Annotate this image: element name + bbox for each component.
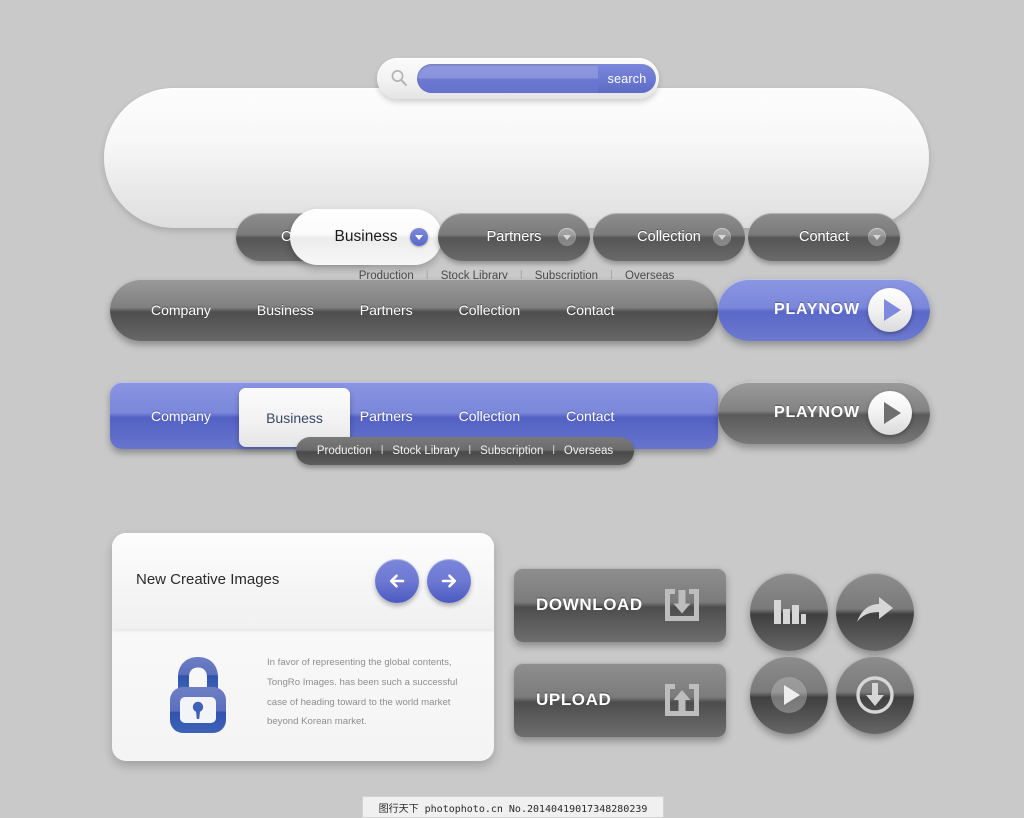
upload-button[interactable]: UPLOAD (514, 663, 726, 737)
download-button[interactable]: DOWNLOAD (514, 568, 726, 642)
nav-item-partners[interactable]: Partners (337, 302, 436, 318)
playnow-button-grey[interactable]: PLAYNOW (718, 382, 930, 444)
chevron-down-icon[interactable] (410, 228, 428, 246)
play-icon[interactable] (750, 656, 828, 734)
dropdown-item-overseas[interactable]: Overseas (564, 445, 613, 457)
nav-pill-business[interactable]: Business (290, 209, 442, 265)
creative-images-card: New Creative Images In favor of represen… (112, 533, 494, 761)
chevron-down-icon[interactable] (558, 228, 576, 246)
lock-icon (159, 651, 237, 742)
dropdown-separator: l (468, 445, 472, 457)
ui-kit-canvas: Company Business Partners Collection Con… (0, 0, 1024, 818)
header-panel: Company Business Partners Collection Con… (104, 88, 929, 282)
dark-nav-bar: Company Business Partners Collection Con… (110, 279, 718, 341)
nav-pill-label: Business (334, 228, 398, 245)
nav-item-business[interactable]: Business (234, 302, 337, 318)
playnow-label: PLAYNOW (774, 301, 860, 318)
card-body: In favor of representing the global cont… (112, 629, 494, 761)
nav-pill-label: Collection (637, 229, 701, 245)
nav-item-partners[interactable]: Partners (337, 408, 436, 424)
download-circle-icon[interactable] (836, 656, 914, 734)
play-icon (868, 288, 912, 332)
upload-tray-icon (662, 681, 702, 724)
nav-item-collection[interactable]: Collection (436, 408, 543, 424)
nav-item-collection[interactable]: Collection (436, 302, 543, 318)
nav-pill-collection[interactable]: Collection (593, 213, 745, 261)
nav-item-contact[interactable]: Contact (543, 302, 637, 318)
chevron-down-icon[interactable] (868, 228, 886, 246)
download-label: DOWNLOAD (536, 595, 643, 614)
bar-chart-icon[interactable] (750, 573, 828, 651)
nav-pill-contact[interactable]: Contact (748, 213, 900, 261)
download-tray-icon (662, 586, 702, 629)
card-paragraph: In favor of representing the global cont… (267, 657, 458, 728)
nav-item-company[interactable]: Company (128, 302, 234, 318)
upload-label: UPLOAD (536, 690, 612, 709)
share-arrow-icon[interactable] (836, 573, 914, 651)
watermark-label: 图行天下 photophoto.cn No.201404190173482802… (362, 796, 664, 818)
card-title: New Creative Images (136, 571, 280, 588)
dropdown-submenu: Production l Stock Library l Subscriptio… (296, 437, 634, 465)
card-header: New Creative Images (112, 533, 494, 629)
dropdown-item-subscription[interactable]: Subscription (480, 445, 543, 457)
nav-pill-partners[interactable]: Partners (438, 213, 590, 261)
nav-pill-label: Contact (799, 229, 849, 245)
dropdown-item-production[interactable]: Production (317, 445, 372, 457)
search-button[interactable]: search (598, 64, 656, 93)
dropdown-item-stock-library[interactable]: Stock Library (392, 445, 459, 457)
nav-pill-label: Partners (486, 229, 542, 245)
dropdown-separator: l (380, 445, 384, 457)
search-bar: search (377, 58, 659, 99)
chevron-down-icon[interactable] (713, 228, 731, 246)
search-icon (389, 68, 409, 88)
playnow-button-blue[interactable]: PLAYNOW (718, 279, 930, 341)
dropdown-separator: l (552, 445, 555, 457)
nav-item-company[interactable]: Company (128, 408, 234, 424)
play-icon (868, 391, 912, 435)
arrow-right-icon[interactable] (427, 559, 471, 603)
playnow-label: PLAYNOW (774, 404, 860, 421)
arrow-left-icon[interactable] (375, 559, 419, 603)
nav-item-contact[interactable]: Contact (543, 408, 637, 424)
